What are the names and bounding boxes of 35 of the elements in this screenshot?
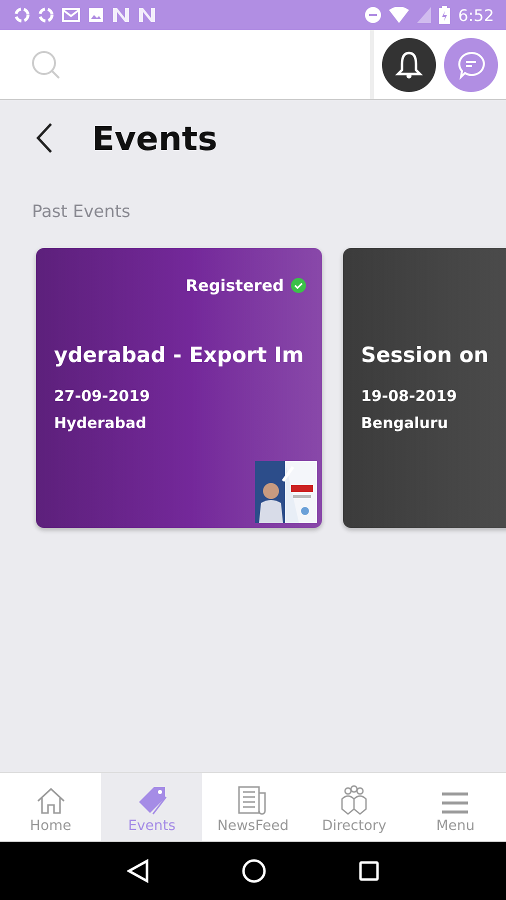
check-circle-icon xyxy=(291,278,306,292)
signal-icon xyxy=(417,7,432,23)
newspaper-icon xyxy=(237,785,269,815)
n-icon xyxy=(112,7,130,23)
chat-button[interactable] xyxy=(444,38,498,92)
event-card[interactable]: Session on 19-08-2019 Bengaluru xyxy=(343,248,506,528)
n-icon xyxy=(138,7,156,23)
clock-time: 6:52 xyxy=(458,6,494,24)
wifi-icon xyxy=(389,7,410,23)
chat-bubble-icon xyxy=(456,50,486,80)
notification-button[interactable] xyxy=(382,38,436,92)
battery-icon xyxy=(439,6,450,24)
page-title: Events xyxy=(92,118,218,158)
do-not-disturb-icon xyxy=(365,7,382,23)
event-city: Bengaluru xyxy=(361,414,450,432)
nav-tab[interactable]: Events xyxy=(101,773,202,841)
menu-icon[interactable] xyxy=(441,791,470,815)
house-icon xyxy=(34,787,67,815)
event-title: Session on xyxy=(361,343,490,367)
event-date: 19-08-2019 xyxy=(361,387,458,405)
back-icon[interactable] xyxy=(126,859,149,883)
section-heading: Past Events xyxy=(32,202,130,222)
registered-label: Registered xyxy=(186,276,284,294)
sync-icon xyxy=(14,7,30,23)
recents-square-icon[interactable] xyxy=(359,861,380,881)
event-city: Hyderabad xyxy=(54,414,148,432)
event-title: yderabad - Export Im xyxy=(54,343,305,367)
image-icon xyxy=(88,7,104,23)
bell-icon xyxy=(395,50,423,80)
event-card[interactable]: Registered yderabad - Export Im 27-09-2019 Hyderabad xyxy=(36,248,322,528)
event-date: 27-09-2019 xyxy=(54,387,151,405)
home-circle-icon[interactable] xyxy=(242,859,266,883)
search-icon xyxy=(30,48,62,80)
sync-icon xyxy=(38,7,54,23)
mail-icon xyxy=(62,8,80,22)
